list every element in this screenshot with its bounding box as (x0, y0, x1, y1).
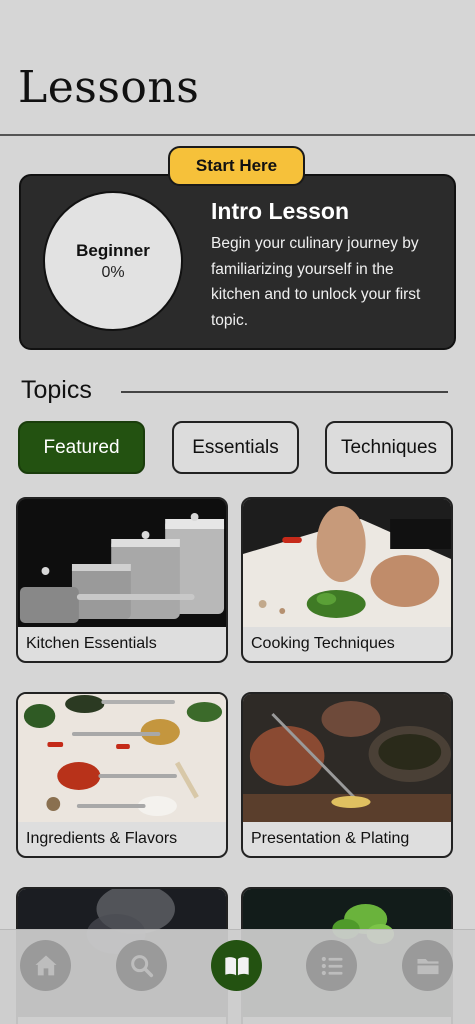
topics-divider (121, 391, 448, 393)
topic-card-ingredients-flavors[interactable]: Ingredients & Flavors (16, 692, 228, 858)
book-icon (224, 956, 249, 975)
topic-card-presentation-plating[interactable]: Presentation & Plating (241, 692, 453, 858)
nav-folder-button[interactable] (402, 940, 453, 991)
home-icon (35, 955, 56, 975)
nav-lessons-button[interactable] (211, 940, 262, 991)
topic-card-cooking-techniques[interactable]: Cooking Techniques (241, 497, 453, 663)
tab-techniques[interactable]: Techniques (325, 421, 453, 474)
title-divider (0, 134, 475, 136)
page-title: Lessons (18, 62, 200, 113)
stainless-pots-photo (18, 499, 226, 627)
topic-card-label: Kitchen Essentials (26, 635, 157, 652)
plating-dish-photo (243, 694, 451, 822)
search-icon (130, 954, 153, 977)
topic-card-kitchen-essentials[interactable]: Kitchen Essentials (16, 497, 228, 663)
tab-essentials[interactable]: Essentials (172, 421, 299, 474)
nav-list-button[interactable] (306, 940, 357, 991)
topic-card-label: Ingredients & Flavors (26, 830, 178, 847)
bottom-navigation-bar (0, 929, 475, 1024)
topic-card-label: Presentation & Plating (251, 830, 410, 847)
start-here-badge[interactable]: Start Here (168, 146, 305, 186)
intro-lesson-card[interactable]: Beginner 0% Intro Lesson Begin your culi… (19, 174, 456, 350)
topic-card-label: Cooking Techniques (251, 635, 395, 652)
spice-spoons-photo (18, 694, 226, 822)
folder-icon (417, 958, 438, 974)
intro-lesson-description: Begin your culinary journey by familiari… (211, 235, 421, 329)
nav-search-button[interactable] (116, 940, 167, 991)
list-icon (321, 956, 342, 975)
topics-heading: Topics (21, 376, 92, 404)
chopping-herbs-photo (243, 499, 451, 627)
progress-level: Beginner (76, 240, 150, 260)
progress-percent: 0% (101, 263, 125, 281)
intro-lesson-title: Intro Lesson (211, 198, 350, 224)
tab-featured[interactable]: Featured (18, 421, 145, 474)
progress-circle: Beginner 0% (43, 191, 183, 331)
nav-home-button[interactable] (20, 940, 71, 991)
